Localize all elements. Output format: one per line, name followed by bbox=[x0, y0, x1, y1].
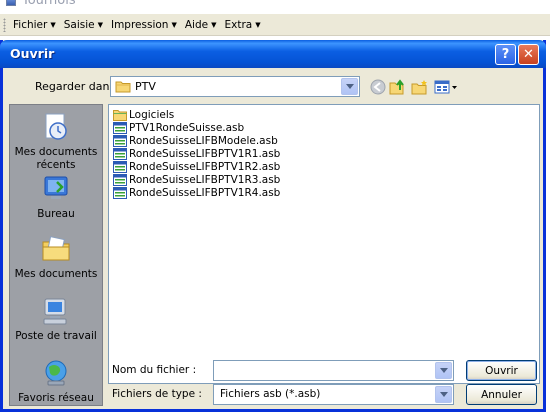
look-in-value: PTV bbox=[135, 80, 156, 93]
asb-file-icon bbox=[113, 147, 127, 160]
app-title: Tournois bbox=[22, 0, 76, 8]
help-button[interactable]: ? bbox=[495, 44, 516, 65]
file-name: Logiciels bbox=[129, 108, 175, 121]
file-name: RondeSuisseLIFBPTV1R4.asb bbox=[129, 186, 281, 199]
file-name: RondeSuisseLIFBPTV1R1.asb bbox=[129, 147, 281, 160]
desktop-icon bbox=[44, 176, 68, 199]
look-in-dropdown[interactable]: PTV bbox=[110, 76, 360, 97]
file-item[interactable]: RondeSuisseLIFBPTV1R2.asb bbox=[113, 160, 539, 173]
cancel-button[interactable]: Annuler bbox=[466, 384, 537, 405]
asb-file-icon bbox=[113, 186, 127, 199]
filename-label: Nom du fichier : bbox=[112, 364, 197, 376]
open-dialog: Ouvrir ? ✕ Regarder dans : PTV Mes docum… bbox=[0, 40, 546, 412]
dialog-titlebar[interactable]: Ouvrir ? ✕ bbox=[0, 40, 546, 68]
file-name: RondeSuisseLIFBPTV1R2.asb bbox=[129, 160, 281, 173]
file-item[interactable]: RondeSuisseLIFBPTV1R1.asb bbox=[113, 147, 539, 160]
file-name: RondeSuisseLIFBModele.asb bbox=[129, 134, 278, 147]
place-label: Favoris réseau bbox=[18, 392, 94, 404]
file-item[interactable]: RondeSuisseLIFBPTV1R3.asb bbox=[113, 173, 539, 186]
app-titlebar: Tournois bbox=[0, 0, 550, 12]
place-label: Poste de travail bbox=[15, 330, 97, 342]
menu-fichier[interactable]: Fichier ▼ bbox=[9, 19, 60, 31]
asb-file-icon bbox=[113, 134, 127, 147]
folder-icon bbox=[115, 81, 131, 93]
chevron-down-icon: ▼ bbox=[97, 20, 103, 29]
chevron-down-icon: ▼ bbox=[255, 20, 261, 29]
file-item[interactable]: RondeSuisseLIFBPTV1R4.asb bbox=[113, 186, 539, 199]
new-folder-icon[interactable] bbox=[411, 78, 429, 96]
my-computer-icon bbox=[43, 298, 67, 325]
asb-file-icon bbox=[113, 173, 127, 186]
back-icon[interactable] bbox=[369, 78, 387, 96]
place-network[interactable]: Favoris réseau bbox=[10, 357, 102, 405]
recent-documents-icon bbox=[45, 113, 67, 140]
places-bar: Mes documents récents Bureau Mes documen… bbox=[9, 104, 103, 406]
file-list[interactable]: Logiciels PTV1RondeSuisse.asb RondeSuiss… bbox=[108, 104, 540, 384]
filetype-label: Fichiers de type : bbox=[112, 388, 202, 400]
filename-combo[interactable] bbox=[213, 360, 454, 381]
place-label: Mes documents récents bbox=[14, 146, 98, 171]
network-places-icon bbox=[45, 360, 67, 386]
menu-aide[interactable]: Aide ▼ bbox=[181, 19, 221, 31]
file-item[interactable]: PTV1RondeSuisse.asb bbox=[113, 121, 539, 134]
chevron-down-icon: ▼ bbox=[211, 20, 217, 29]
filename-input[interactable] bbox=[216, 362, 432, 379]
chevron-down-icon: ▼ bbox=[50, 20, 56, 29]
close-button[interactable]: ✕ bbox=[518, 44, 539, 65]
menu-saisie[interactable]: Saisie ▼ bbox=[60, 19, 107, 31]
place-my-documents[interactable]: Mes documents bbox=[10, 233, 102, 281]
my-documents-icon bbox=[42, 236, 70, 261]
place-label: Mes documents bbox=[14, 268, 98, 280]
dropdown-arrow-icon[interactable] bbox=[341, 78, 358, 95]
up-folder-icon[interactable] bbox=[389, 78, 407, 96]
file-item-folder[interactable]: Logiciels bbox=[113, 108, 539, 121]
asb-file-icon bbox=[113, 121, 127, 134]
place-my-computer[interactable]: Poste de travail bbox=[10, 295, 102, 343]
file-item[interactable]: RondeSuisseLIFBModele.asb bbox=[113, 134, 539, 147]
chevron-down-icon: ▼ bbox=[171, 20, 177, 29]
place-desktop[interactable]: Bureau bbox=[10, 173, 102, 221]
file-name: RondeSuisseLIFBPTV1R3.asb bbox=[129, 173, 281, 186]
menubar: Fichier ▼ Saisie ▼ Impression ▼ Aide ▼ Extra… bbox=[0, 14, 550, 36]
menu-impression[interactable]: Impression ▼ bbox=[107, 19, 181, 31]
view-menu-icon[interactable] bbox=[433, 78, 459, 96]
file-name: PTV1RondeSuisse.asb bbox=[129, 121, 245, 134]
open-button[interactable]: Ouvrir bbox=[466, 360, 537, 381]
dropdown-arrow-icon[interactable] bbox=[435, 386, 452, 403]
menu-extra[interactable]: Extra ▼ bbox=[220, 19, 264, 31]
place-label: Bureau bbox=[37, 208, 75, 220]
asb-file-icon bbox=[113, 160, 127, 173]
dropdown-arrow-icon[interactable] bbox=[435, 362, 452, 379]
app-icon bbox=[6, 0, 16, 6]
toolbar-grip-icon[interactable] bbox=[3, 17, 6, 32]
filetype-dropdown[interactable]: Fichiers asb (*.asb) bbox=[213, 384, 454, 405]
filetype-value: Fichiers asb (*.asb) bbox=[220, 388, 321, 400]
folder-icon bbox=[113, 109, 127, 121]
place-recent-documents[interactable]: Mes documents récents bbox=[10, 111, 102, 172]
dialog-title: Ouvrir bbox=[10, 46, 55, 61]
